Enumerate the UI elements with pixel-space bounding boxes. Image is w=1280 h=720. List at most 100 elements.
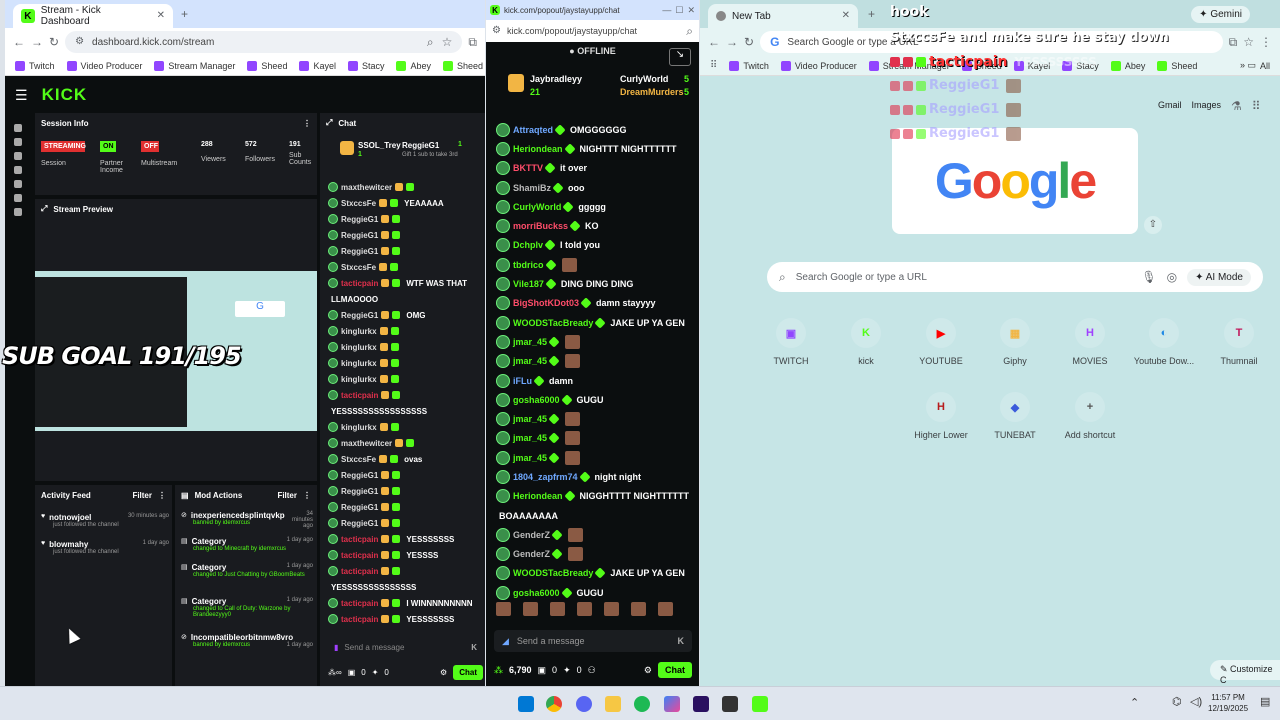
popout-chat-input[interactable]: ◢ Send a message K (494, 630, 692, 652)
back-icon[interactable]: ← (708, 36, 720, 48)
minimize-icon[interactable]: — (662, 5, 671, 15)
activity-filter-button[interactable]: Filter (132, 491, 152, 500)
windows-start-icon[interactable] (518, 696, 534, 712)
ai-mode-button[interactable]: ✦ AI Mode (1187, 268, 1251, 286)
shortcut-tile[interactable]: ◐ Youtube Dow... (1129, 318, 1199, 366)
side-nav-stream-icon[interactable] (14, 124, 22, 132)
chat-send-button[interactable]: Chat (453, 664, 483, 680)
shortcut-tile[interactable]: ▣ TWITCH (756, 318, 826, 366)
shortcut-tile[interactable]: H Higher Lower (906, 392, 976, 440)
shortcut-tile[interactable]: ▦ Giphy (980, 318, 1050, 366)
discord-icon[interactable] (576, 696, 592, 712)
network-icon[interactable]: ⌬ (1172, 695, 1182, 708)
tab-dashboard[interactable]: K Stream - Kick Dashboard ✕ (13, 4, 173, 28)
chat-mode-icon[interactable]: ◢ (502, 636, 509, 647)
tab-new-tab[interactable]: New Tab ✕ (708, 4, 858, 28)
lens-icon[interactable]: ◎ (1167, 271, 1177, 283)
clock[interactable]: 11:57 PM 12/19/2025 (1208, 692, 1248, 714)
popout-toggle-icon[interactable]: ↘ (669, 48, 691, 66)
side-nav-trophy-icon[interactable] (14, 152, 22, 160)
forward-icon[interactable]: → (726, 36, 738, 48)
emote-icon[interactable] (631, 602, 646, 616)
user-icon[interactable]: ⚇ (588, 665, 596, 676)
back-icon[interactable]: ← (13, 36, 25, 48)
zoom-icon[interactable]: ⌕ (427, 36, 434, 48)
shortcut-tile[interactable]: + Add shortcut (1055, 392, 1125, 440)
hamburger-menu-icon[interactable]: ☰ (15, 87, 28, 104)
bookmark-abey[interactable]: Abey (396, 60, 431, 71)
more-options-icon[interactable]: ⋮ (303, 491, 311, 500)
popout-chat-send-button[interactable]: Chat (658, 662, 692, 678)
chat-input[interactable]: ▮ Send a message K (328, 637, 483, 657)
shortcut-tile[interactable]: Kkick (831, 318, 901, 366)
shortcut-tile[interactable]: T Thumnail (1204, 318, 1274, 366)
bookmark-star-icon[interactable]: ☆ (1243, 36, 1254, 48)
google-apps-icon[interactable]: ⠿ (1252, 100, 1261, 112)
file-explorer-icon[interactable] (605, 696, 621, 712)
apps-grid-icon[interactable]: ⠿ (710, 60, 717, 71)
bookmark-kayel[interactable]: Kayel (299, 60, 336, 71)
close-tab-icon[interactable]: ✕ (157, 11, 165, 21)
emote-icon[interactable] (523, 602, 538, 616)
shortcut-tile[interactable]: ◆ TUNEBAT (980, 392, 1050, 440)
side-nav-content-icon[interactable] (14, 138, 22, 146)
new-tab-icon[interactable]: + (868, 8, 875, 20)
bookmark-stacy[interactable]: Stacy (347, 60, 384, 71)
mod-filter-button[interactable]: Filter (277, 491, 297, 500)
side-nav-analytics-icon[interactable] (14, 194, 22, 202)
copilot-icon[interactable] (664, 696, 680, 712)
expand-chat-icon[interactable]: ⤢ (326, 118, 332, 128)
more-options-icon[interactable]: ⋮ (303, 119, 311, 128)
close-tab-icon[interactable]: ✕ (842, 11, 850, 21)
reload-icon[interactable]: ↻ (744, 36, 754, 48)
shortcut-tile[interactable]: ▶ YOUTUBE (906, 318, 976, 366)
bookmark-twitch[interactable]: Twitch (729, 60, 769, 71)
emote-icon[interactable] (577, 602, 592, 616)
menu-icon[interactable]: ⋮ (1260, 36, 1272, 48)
site-info-icon[interactable]: ⚙ (75, 37, 84, 47)
bookmark-sheed[interactable]: Sheed (247, 60, 287, 71)
maximize-icon[interactable]: ☐ (675, 5, 683, 15)
chrome-icon[interactable] (546, 696, 562, 712)
bookmark-video-producer[interactable]: Video Producer (780, 60, 857, 71)
kick-emote-icon[interactable]: K (471, 643, 477, 652)
chat-settings-icon[interactable]: ⚙ (440, 668, 447, 677)
voice-search-icon[interactable]: 🎙 (1141, 271, 1156, 283)
emote-icon[interactable] (550, 602, 565, 616)
off-badge[interactable]: OFF (141, 141, 159, 152)
emote-icon[interactable] (658, 602, 673, 616)
spotify-icon[interactable] (634, 696, 650, 712)
obs-icon[interactable] (722, 696, 738, 712)
extensions-icon[interactable]: ⧉ (468, 36, 477, 48)
address-bar[interactable]: ⚙ dashboard.kick.com/stream ⌕ ☆ (65, 31, 463, 53)
chat-settings-icon[interactable]: ⚙ (644, 665, 652, 676)
bookmark-sheed-2[interactable]: Sheed (443, 60, 483, 71)
shortcut-tile[interactable]: H MOVIES (1055, 318, 1125, 366)
chat-mode-icon[interactable]: ▮ (334, 643, 338, 652)
kick-app-icon[interactable] (752, 696, 768, 712)
popout-address-bar[interactable]: ⚙ kick.com/popout/jaystayupp/chat ⌕ (486, 20, 699, 42)
expand-preview-icon[interactable]: ⤢ (41, 204, 47, 214)
volume-icon[interactable]: ◁) (1190, 695, 1202, 708)
bookmark-twitch[interactable]: Twitch (15, 60, 55, 71)
emote-icon[interactable] (604, 602, 619, 616)
site-info-icon[interactable]: ⚙ (492, 26, 501, 36)
on-badge[interactable]: ON (100, 141, 116, 152)
kick-logo[interactable]: KICK (42, 85, 88, 105)
tray-overflow-icon[interactable]: ⌃ (1130, 696, 1139, 709)
customize-button[interactable]: ✎ Customize C (1210, 660, 1280, 685)
more-options-icon[interactable]: ⋮ (158, 491, 166, 500)
search-icon[interactable]: ⌕ (686, 25, 693, 37)
close-window-icon[interactable]: ✕ (687, 5, 695, 15)
bookmark-stream-manager[interactable]: Stream Manager (154, 60, 235, 71)
bookmark-video-producer[interactable]: Video Producer (66, 60, 142, 71)
kick-emote-icon[interactable]: K (678, 636, 685, 646)
reload-icon[interactable]: ↻ (49, 36, 59, 48)
all-bookmarks[interactable]: » ▭ All (1240, 60, 1270, 71)
extensions-icon[interactable]: ⧉ (1229, 36, 1238, 48)
share-icon[interactable]: ⇧ (1144, 216, 1162, 234)
emote-icon[interactable] (496, 602, 511, 616)
forward-icon[interactable]: → (31, 36, 43, 48)
new-tab-icon[interactable]: + (181, 8, 188, 20)
labs-icon[interactable]: ⚗ (1231, 100, 1242, 112)
